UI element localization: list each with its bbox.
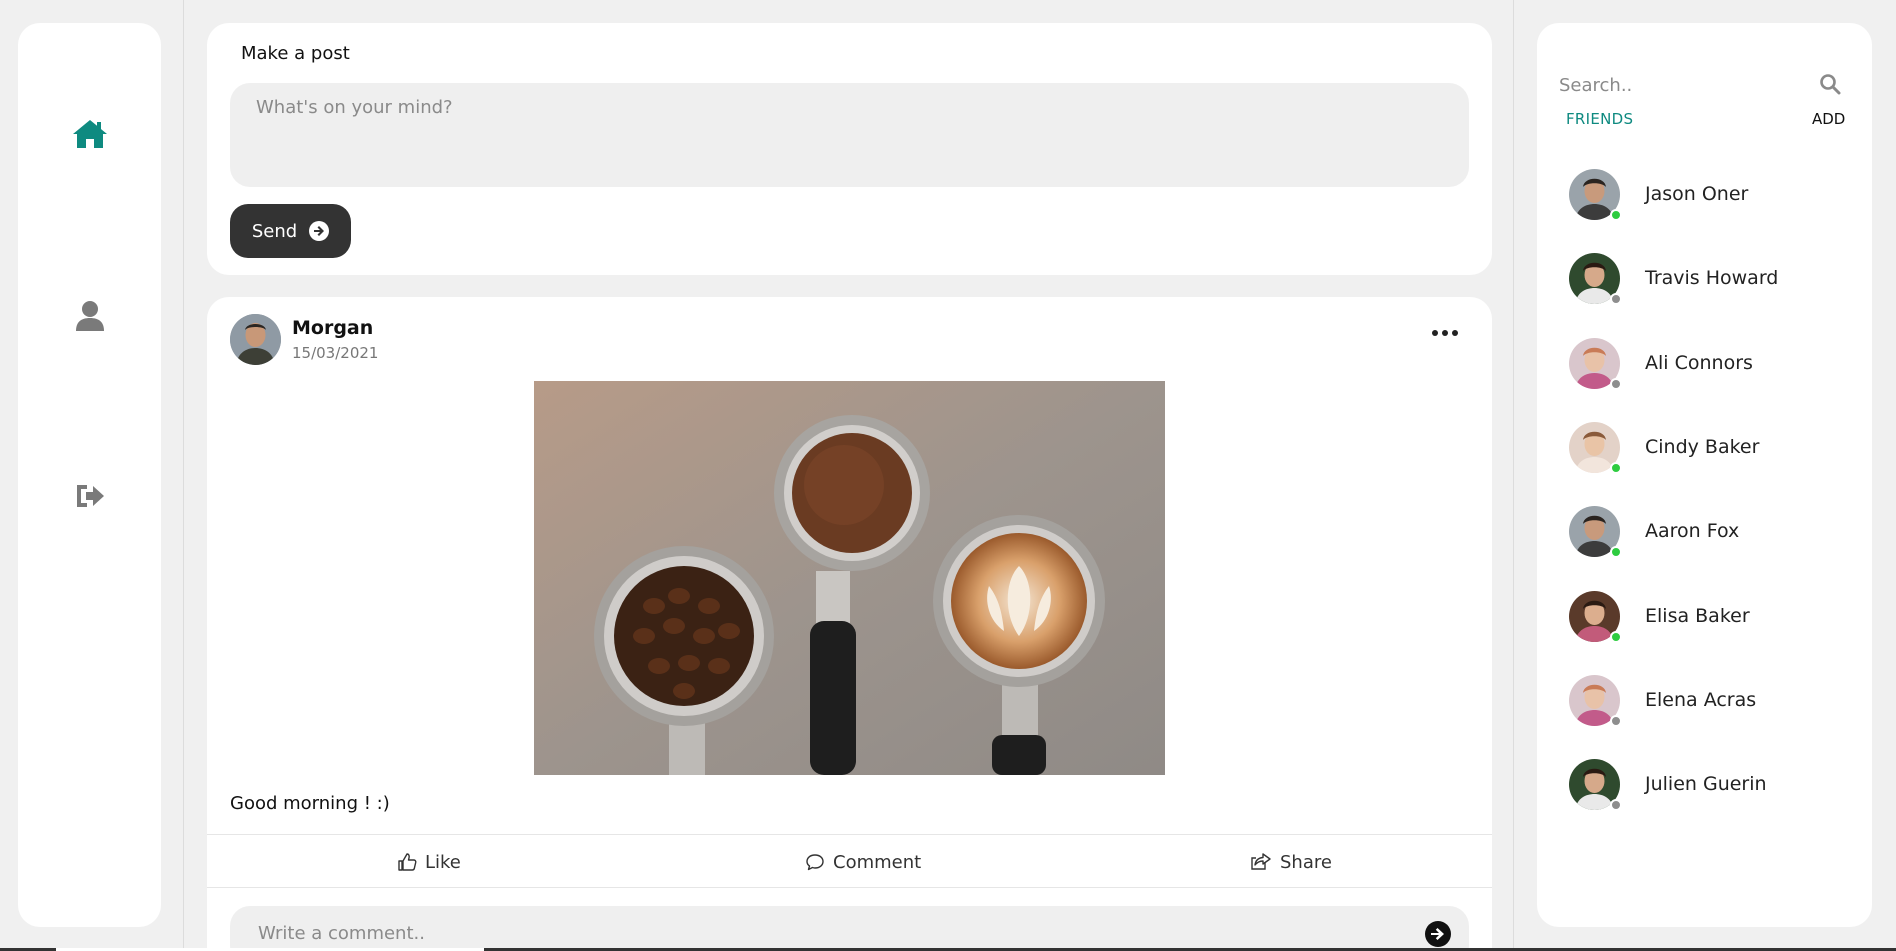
arrow-right-circle-icon	[309, 221, 330, 241]
post-text: Good morning ! :)	[230, 793, 390, 814]
offline-status-dot	[1610, 377, 1622, 390]
online-status-dot	[1610, 630, 1622, 643]
offline-status-dot	[1610, 293, 1622, 306]
search-icon[interactable]	[1819, 73, 1841, 95]
thumbs-up-icon	[398, 853, 417, 871]
user-icon	[75, 301, 104, 331]
nav-card	[18, 23, 161, 927]
post-date: 15/03/2021	[292, 344, 379, 362]
more-options-icon[interactable]	[1432, 327, 1458, 339]
nav-profile-button[interactable]	[67, 293, 113, 339]
friend-name: Cindy Baker	[1645, 435, 1760, 458]
post-image	[534, 381, 1165, 775]
post-author-avatar[interactable]	[230, 314, 281, 365]
friend-name: Jason Oner	[1645, 183, 1749, 205]
friend-item[interactable]: Elisa Baker	[1569, 590, 1849, 647]
online-status-dot	[1610, 546, 1622, 559]
friend-item[interactable]: Jason Oner	[1569, 169, 1849, 225]
online-status-dot	[1610, 209, 1622, 221]
post-card: Morgan 15/03/2021 Good morning !:) Like…	[207, 297, 1492, 951]
share-label: Share	[1280, 851, 1332, 873]
online-status-dot	[1610, 461, 1622, 474]
friend-name: Ali Connors	[1645, 351, 1753, 374]
tab-friends[interactable]: FRIENDS	[1566, 110, 1633, 128]
friend-item[interactable]: Elena Acras	[1569, 674, 1849, 731]
sign-out-icon	[76, 485, 104, 507]
comment-input[interactable]	[230, 906, 1410, 951]
offline-status-dot	[1610, 799, 1622, 812]
home-icon	[72, 120, 107, 148]
friend-item[interactable]: Travis Howard	[1569, 253, 1849, 309]
left-column	[0, 0, 184, 951]
composer-title: Make a post	[241, 43, 350, 64]
friend-name: Elena Acras	[1645, 688, 1757, 711]
tab-add[interactable]: ADD	[1812, 110, 1845, 128]
feed-column: Make a post Send Morgan 15/03/2021	[184, 0, 1514, 951]
comment-button[interactable]: Comment	[805, 835, 921, 889]
arrow-right-circle-icon[interactable]	[1425, 921, 1451, 947]
post-input[interactable]	[230, 83, 1469, 187]
share-button[interactable]: Share	[1250, 835, 1332, 889]
friend-item[interactable]: Cindy Baker	[1569, 421, 1849, 478]
comment-label: Comment	[833, 851, 922, 873]
post-action-bar: Like Comment Share	[207, 834, 1492, 888]
like-label: Like	[425, 851, 461, 873]
friend-name: Elisa Baker	[1645, 604, 1750, 627]
avatar-image	[230, 314, 281, 365]
friend-item[interactable]: Ali Connors	[1569, 337, 1849, 394]
send-label: Send	[251, 220, 298, 242]
comment-bar	[230, 906, 1469, 951]
post-composer: Make a post Send	[207, 23, 1492, 275]
nav-logout-button[interactable]	[67, 473, 113, 519]
friends-sidebar: FRIENDS ADD Jason Oner Travis Howard Ali C…	[1537, 23, 1872, 927]
offline-status-dot	[1610, 714, 1622, 727]
share-icon	[1251, 853, 1271, 870]
post-author-name[interactable]: Morgan	[292, 317, 373, 339]
comment-icon	[806, 854, 824, 871]
send-button[interactable]: Send	[230, 204, 351, 258]
friend-name: Travis Howard	[1645, 267, 1779, 290]
friend-item[interactable]: Julien Guerin	[1569, 759, 1849, 815]
friend-item[interactable]: Aaron Fox	[1569, 506, 1849, 562]
nav-home-button[interactable]	[67, 111, 113, 157]
friend-name: Aaron Fox	[1645, 520, 1740, 543]
search-input[interactable]	[1559, 61, 1789, 109]
friend-name: Julien Guerin	[1645, 773, 1767, 796]
like-button[interactable]: Like	[397, 835, 461, 889]
